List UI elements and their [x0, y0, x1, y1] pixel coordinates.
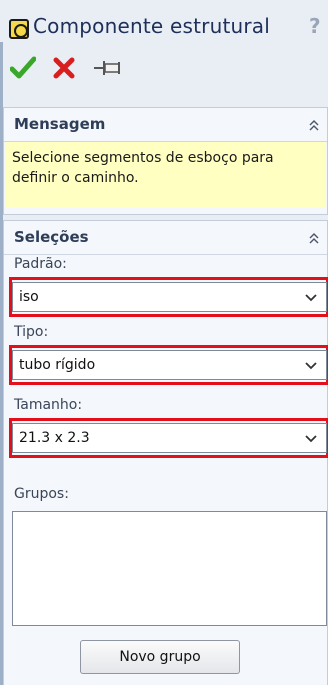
groups-listbox[interactable] — [12, 511, 327, 626]
new-group-button[interactable]: Novo grupo — [80, 640, 240, 674]
selections-group-header[interactable]: Seleções — [4, 221, 327, 255]
type-value: tubo rígido — [19, 357, 96, 373]
type-select[interactable]: tubo rígido — [12, 350, 327, 380]
message-group-title: Mensagem — [14, 115, 106, 133]
collapse-icon[interactable] — [307, 117, 321, 133]
structural-member-panel: Componente estrutural ? Mensagem Selecio… — [0, 0, 328, 685]
groups-label: Grupos: — [14, 486, 69, 502]
message-group: Mensagem Selecione segmentos de esboço p… — [3, 107, 328, 215]
ok-button[interactable] — [9, 56, 37, 80]
panel-title: Componente estrutural — [33, 14, 270, 38]
help-button[interactable]: ? — [309, 14, 321, 38]
type-label: Tipo: — [14, 324, 49, 340]
standard-label: Padrão: — [14, 256, 67, 272]
message-group-header[interactable]: Mensagem — [4, 108, 327, 142]
pushpin-icon — [94, 61, 120, 75]
selections-group: Seleções Padrão: iso Tipo: tubo rígido T… — [3, 220, 328, 685]
chevron-down-icon — [305, 294, 317, 302]
new-group-label: Novo grupo — [119, 649, 201, 665]
structural-member-icon — [9, 19, 29, 39]
message-text: Selecione segmentos de esboço para defin… — [6, 142, 325, 208]
close-icon — [53, 57, 75, 79]
standard-value: iso — [19, 289, 39, 305]
selections-group-title: Seleções — [14, 228, 89, 246]
size-select[interactable]: 21.3 x 2.3 — [12, 423, 327, 453]
size-value: 21.3 x 2.3 — [19, 430, 90, 446]
cancel-button[interactable] — [52, 56, 76, 80]
size-label: Tamanho: — [14, 397, 83, 413]
pin-button[interactable] — [92, 58, 124, 78]
standard-select[interactable]: iso — [12, 282, 327, 312]
collapse-icon[interactable] — [307, 230, 321, 246]
title-bar: Componente estrutural ? — [0, 0, 328, 42]
checkmark-icon — [9, 56, 37, 79]
chevron-down-icon — [305, 435, 317, 443]
chevron-down-icon — [305, 362, 317, 370]
